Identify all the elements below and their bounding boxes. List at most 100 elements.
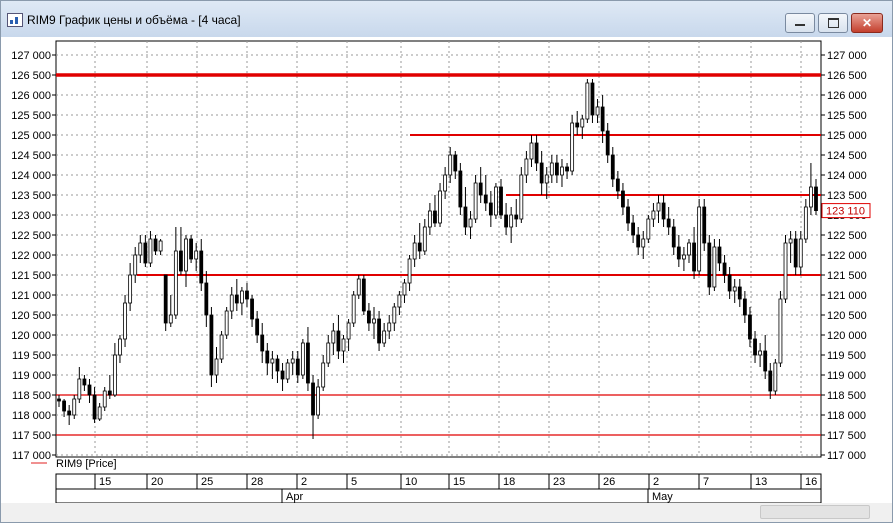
candle-body [717,246,722,264]
candle-body [687,242,691,256]
candle-body [443,174,448,192]
candle-body [554,162,559,176]
y-tick-label-left: 121 000 [11,290,51,302]
candle-body [402,282,407,296]
y-tick-label-left: 118 000 [12,410,51,422]
candle-body [367,310,371,324]
candle-body [773,362,778,392]
horizontal-scrollbar[interactable] [1,503,892,519]
candle-body [280,370,285,380]
maximize-button[interactable] [818,13,848,33]
candle-body [651,210,656,220]
candle-body [539,162,544,184]
x-tick-label: 16 [805,476,817,488]
candle-body [234,294,239,304]
candle-body [727,274,732,292]
x-tick-label: 26 [603,476,615,488]
legend-label: RIM9 [Price] [56,458,117,470]
chart-window: RIM9 График цены и объёма - [4 часа] ✕ 1… [0,0,893,523]
candle-body [179,250,183,272]
candle-body [758,350,763,356]
candle-body [138,242,143,256]
candle-body [488,202,493,216]
candle-body [671,226,676,248]
candle-body [199,250,204,284]
candle-body [214,358,219,376]
y-tick-label-right: 122 500 [827,230,867,242]
candle-body [143,242,148,264]
scrollbar-thumb[interactable] [760,505,870,519]
minimize-button[interactable] [785,13,815,33]
candle-body [321,362,326,388]
candle-body [783,242,788,300]
y-tick-label-left: 122 000 [11,250,51,262]
candle-body [565,166,569,172]
y-tick-label-right: 123 500 [827,190,867,202]
y-tick-label-left: 125 000 [11,130,51,142]
candle-body [285,362,290,380]
candle-body [194,250,199,260]
candle-body [412,242,417,260]
candle-body [184,238,188,272]
price-chart[interactable]: 117 000 117 500 118 000 118 500 119 000 119 5… [1,37,892,504]
candle-body [494,186,498,216]
candle-body [92,394,97,420]
title-bar[interactable]: RIM9 График цены и объёма - [4 часа] ✕ [1,1,892,37]
y-tick-label-right: 126 000 [827,90,867,102]
y-tick-label-right: 119 500 [827,350,866,362]
candle-body [387,322,392,332]
candle-body [270,358,275,364]
candle-body [168,314,173,324]
candle-body [341,338,346,352]
candle-body [148,238,153,264]
candle-body [478,182,483,196]
candle-body [682,254,686,260]
candle-body [468,218,473,228]
candle-body [239,290,244,304]
y-tick-label-left: 125 500 [11,110,51,122]
candle-body [311,382,315,416]
candle-body [407,258,412,284]
x-tick-label: 23 [553,476,565,488]
candle-body [529,142,534,160]
candle-body [544,174,549,184]
window-title: RIM9 График цены и объёма - [4 часа] [27,13,241,27]
y-tick-label-left: 120 500 [11,310,51,322]
candle-body [483,194,488,204]
maximize-icon [828,18,839,28]
candle-body [224,310,229,336]
candle-body [626,206,630,224]
candle-body [702,206,707,244]
candle-body [123,302,127,340]
candle-body [361,278,366,312]
y-tick-label-left: 117 500 [12,430,51,442]
candle-body [189,238,193,260]
y-tick-label-left: 119 000 [12,370,51,382]
candle-body [427,210,432,228]
candle-body [377,318,381,344]
app-chart-icon [7,13,23,27]
candle-body [295,358,300,376]
candle-body [595,106,600,116]
candle-body [560,166,564,176]
candle-body [392,306,397,324]
chart-area[interactable]: 117 000 117 500 118 000 118 500 119 000 119 5… [1,37,892,517]
close-icon: ✕ [861,16,873,30]
candle-body [509,214,514,228]
y-tick-label-right: 118 500 [827,390,866,402]
y-tick-label-right: 127 000 [827,50,867,62]
candle-body [458,170,463,208]
close-button[interactable]: ✕ [851,13,883,33]
candle-body [229,294,234,312]
month-label: May [652,491,673,503]
candle-body [67,410,72,416]
candle-body [57,398,61,402]
y-tick-label-right: 121 000 [827,290,867,302]
candle-body [153,238,158,252]
candle-body [463,206,468,228]
candle-body [763,350,768,372]
candle-body [87,384,92,396]
y-tick-label-right: 125 500 [827,110,867,122]
candle-body [778,298,783,364]
candle-body [306,342,310,384]
